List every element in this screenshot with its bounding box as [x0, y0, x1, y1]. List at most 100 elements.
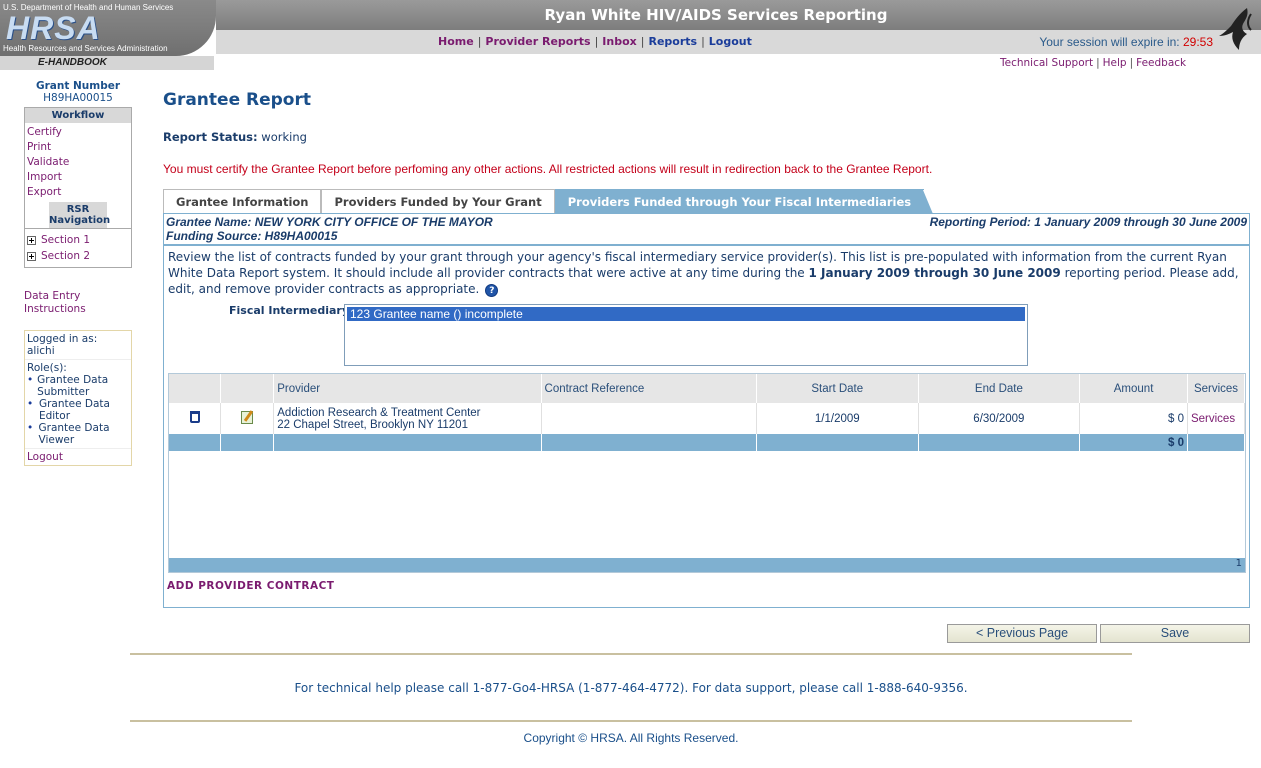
delete-cell: [169, 403, 222, 434]
role-submitter: Grantee Data Submitter: [37, 374, 109, 398]
username: alichi: [27, 345, 55, 357]
grantee-info-header: Grantee Name: NEW YORK CITY OFFICE OF TH…: [164, 214, 1249, 246]
app-title: Ryan White HIV/AIDS Services Reporting: [544, 6, 888, 24]
expand-plus-icon[interactable]: [27, 235, 36, 245]
section-2-label: Section 2: [41, 250, 91, 262]
total-cell: [756, 434, 919, 451]
footer-divider: [130, 653, 1132, 655]
bullet-icon: •: [27, 398, 34, 410]
col-end-date[interactable]: End Date: [918, 374, 1081, 403]
nav-section-2[interactable]: Section 2: [25, 248, 131, 264]
provider-contracts-grid: Provider Contract Reference Start Date E…: [168, 373, 1246, 573]
logged-in-label: Logged in as:: [27, 333, 98, 345]
total-cell: [273, 434, 542, 451]
role-viewer: Grantee Data Viewer: [38, 422, 110, 446]
role-item: • Grantee Data Viewer: [27, 422, 129, 446]
funding-source: Funding Source: H89HA00015: [166, 229, 338, 243]
title-bar: Ryan White HIV/AIDS Services Reporting: [216, 0, 1261, 30]
role-item: • Grantee Data Submitter: [27, 374, 129, 398]
session-label: Your session will expire in:: [1039, 35, 1180, 49]
grid-pager[interactable]: 1: [169, 558, 1245, 572]
nav-bar: Home | Provider Reports | Inbox | Reports | Logo…: [216, 30, 1261, 54]
table-row: Addiction Research & Treatment Center 22…: [169, 403, 1246, 434]
add-provider-contract-link[interactable]: ADD PROVIDER CONTRACT: [167, 580, 334, 592]
bullet-icon: •: [27, 374, 34, 386]
footer-divider: [130, 720, 1132, 722]
col-contract-reference[interactable]: Contract Reference: [541, 374, 757, 403]
workflow-export[interactable]: Export: [25, 185, 131, 200]
nav-separator: |: [701, 35, 705, 48]
amount-cell: $ 0: [1079, 403, 1188, 434]
tab-grantee-information[interactable]: Grantee Information: [163, 189, 322, 213]
workflow-validate[interactable]: Validate: [25, 155, 131, 170]
data-entry-instructions-link[interactable]: Data Entry Instructions: [24, 290, 132, 316]
hrsa-logo: HRSA: [6, 10, 101, 46]
header: U.S. Department of Health and Human Serv…: [0, 0, 1261, 72]
start-date-cell: 1/1/2009: [756, 403, 919, 434]
feedback-link[interactable]: Feedback: [1136, 57, 1186, 69]
help-link[interactable]: Help: [1103, 57, 1127, 69]
fiscal-intermediary-listbox[interactable]: 123 Grantee name () incomplete: [344, 304, 1028, 366]
total-cell: [169, 434, 222, 451]
grid-header-row: Provider Contract Reference Start Date E…: [169, 374, 1246, 403]
edit-cell: [220, 403, 275, 434]
col-provider[interactable]: Provider: [273, 374, 542, 403]
sidebar-logout-link[interactable]: Logout: [25, 449, 131, 465]
roles-label: Role(s):: [27, 362, 67, 374]
tab-providers-fiscal-intermediaries[interactable]: Providers Funded through Your Fiscal Int…: [554, 189, 934, 214]
nav-inbox[interactable]: Inbox: [602, 35, 636, 48]
agency-sub-name: Health Resources and Services Administra…: [3, 44, 168, 53]
nav-section-1[interactable]: Section 1: [25, 232, 131, 248]
total-amount: $ 0: [1079, 434, 1188, 451]
main-content: Grantee Report Report Status: working Yo…: [163, 88, 1250, 608]
tab-providers-funded-by-grant[interactable]: Providers Funded by Your Grant: [321, 189, 555, 213]
logged-in-info: Logged in as: alichi: [25, 331, 131, 360]
nav-separator: |: [477, 35, 482, 48]
user-info-box: Logged in as: alichi Role(s): • Grantee D…: [24, 330, 132, 466]
role-item: • Grantee Data Editor: [27, 398, 129, 422]
col-amount[interactable]: Amount: [1079, 374, 1188, 403]
nav-home[interactable]: Home: [438, 35, 474, 48]
nav-reports[interactable]: Reports: [648, 35, 697, 48]
provider-cell: Addiction Research & Treatment Center 22…: [273, 403, 542, 434]
col-start-date[interactable]: Start Date: [756, 374, 919, 403]
nav-logout[interactable]: Logout: [709, 35, 752, 48]
link-separator: |: [1096, 57, 1100, 69]
nav-provider-reports[interactable]: Provider Reports: [485, 35, 590, 48]
workflow-box: Workflow Certify Print Validate Import E…: [24, 107, 132, 268]
technical-support-link[interactable]: Technical Support: [1000, 57, 1093, 69]
rsr-navigation-title: RSR Navigation: [49, 202, 111, 228]
total-cell: [541, 434, 757, 451]
save-button[interactable]: Save: [1100, 624, 1250, 643]
workflow-certify[interactable]: Certify: [25, 125, 131, 140]
total-cell: [918, 434, 1081, 451]
session-timer: Your session will expire in: 29:53: [1039, 35, 1213, 49]
workflow-print[interactable]: Print: [25, 140, 131, 155]
help-icon[interactable]: ?: [485, 284, 499, 297]
fiscal-intermediary-option[interactable]: 123 Grantee name () incomplete: [347, 307, 1025, 321]
reporting-period: Reporting Period: 1 January 2009 through…: [929, 215, 1247, 229]
edit-icon[interactable]: [241, 410, 254, 424]
nav-separator: |: [640, 35, 645, 48]
services-link[interactable]: Services: [1191, 413, 1235, 425]
trash-icon[interactable]: [189, 411, 200, 423]
status-value: working: [261, 130, 307, 144]
expand-plus-icon[interactable]: [27, 251, 36, 261]
col-services[interactable]: Services: [1187, 374, 1246, 403]
status-label: Report Status:: [163, 130, 258, 144]
provider-address: 22 Chapel Street, Brooklyn NY 11201: [277, 418, 468, 431]
report-status: Report Status: working: [163, 130, 1250, 144]
report-tabs: Grantee Information Providers Funded by …: [163, 189, 934, 214]
footer-help-text: For technical help please call 1-877-Go4…: [294, 681, 968, 695]
bullet-icon: •: [27, 422, 34, 434]
end-date-cell: 6/30/2009: [918, 403, 1081, 434]
ehandbook-link[interactable]: E-HANDBOOK: [0, 56, 214, 70]
grant-number-label: Grant Number: [35, 80, 121, 92]
hrsa-logo-area[interactable]: U.S. Department of Health and Human Serv…: [0, 0, 216, 56]
sidebar: Grant Number H89HA00015 Workflow Certify…: [24, 80, 132, 466]
previous-page-button[interactable]: < Previous Page: [947, 624, 1097, 643]
workflow-title: Workflow: [25, 108, 131, 123]
workflow-import[interactable]: Import: [25, 170, 131, 185]
section-1-label: Section 1: [41, 234, 91, 246]
link-separator: |: [1129, 57, 1134, 69]
